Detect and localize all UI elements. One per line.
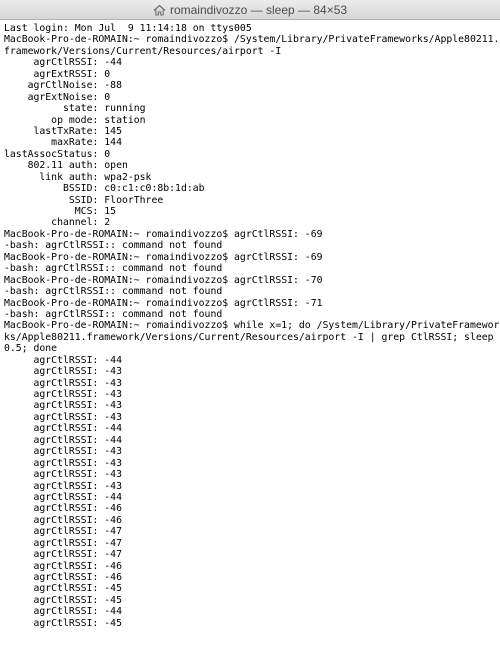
terminal-line: lastAssocStatus: 0: [4, 148, 111, 160]
terminal-line: SSID: FloorThree: [4, 194, 164, 206]
terminal-line: 0.5; done: [4, 343, 58, 355]
terminal-line: agrCtlRSSI: -45: [4, 594, 122, 606]
terminal-line: -bash: agrCtlRSSI:: command not found: [4, 286, 223, 298]
terminal-line: agrCtlRSSI: -44: [4, 606, 122, 618]
terminal-line: op mode: station: [4, 114, 146, 126]
terminal-line: MacBook-Pro-de-ROMAIN:~ romaindivozzo$ /…: [4, 34, 500, 46]
terminal-line: 802.11 auth: open: [4, 160, 128, 172]
terminal-line: agrCtlRSSI: -45: [4, 583, 122, 595]
terminal-line: MCS: 15: [4, 206, 117, 217]
terminal-line: agrCtlRSSI: -44: [4, 434, 122, 446]
terminal-line: agrCtlRSSI: -43: [4, 400, 122, 412]
terminal-line: -bash: agrCtlRSSI:: command not found: [4, 263, 223, 275]
terminal-window: romaindivozzo — sleep — 84×53 Last login…: [0, 0, 500, 645]
terminal-line: agrCtlRSSI: -43: [4, 377, 122, 389]
terminal-output[interactable]: Last login: Mon Jul 9 11:14:18 on ttys00…: [4, 23, 500, 629]
terminal-line: MacBook-Pro-de-ROMAIN:~ romaindivozzo$ a…: [4, 228, 323, 240]
terminal-line: lastTxRate: 145: [4, 125, 122, 137]
title-bar[interactable]: romaindivozzo — sleep — 84×53: [0, 0, 500, 20]
terminal-line: agrCtlRSSI: -45: [4, 617, 122, 629]
terminal-line: agrCtlRSSI: -44: [4, 57, 122, 69]
terminal-line: -bash: agrCtlRSSI:: command not found: [4, 240, 223, 252]
terminal-line: agrCtlRSSI: -44: [4, 423, 122, 435]
terminal-line: agrExtRSSI: 0: [4, 68, 111, 80]
terminal-line: agrCtlRSSI: -43: [4, 457, 122, 469]
terminal-line: agrCtlRSSI: -43: [4, 366, 122, 378]
terminal-line: agrCtlRSSI: -47: [4, 537, 122, 549]
terminal-line: ks/Apple80211.framework/Versions/Current…: [4, 331, 494, 343]
terminal-line: agrCtlRSSI: -43: [4, 480, 122, 492]
terminal-line: agrCtlRSSI: -43: [4, 389, 122, 400]
terminal-line: agrCtlRSSI: -47: [4, 549, 122, 561]
terminal-line: agrCtlRSSI: -44: [4, 354, 122, 366]
window-title-container: romaindivozzo — sleep — 84×53: [0, 0, 500, 19]
terminal-line: agrCtlRSSI: -46: [4, 560, 122, 572]
terminal-line: BSSID: c0:c1:c0:8b:1d:ab: [4, 183, 205, 195]
terminal-line: agrExtNoise: 0: [4, 91, 111, 103]
terminal-line: -bash: agrCtlRSSI:: command not found: [4, 308, 223, 320]
terminal-line: MacBook-Pro-de-ROMAIN:~ romaindivozzo$ a…: [4, 274, 323, 286]
terminal-line: MacBook-Pro-de-ROMAIN:~ romaindivozzo$ w…: [4, 320, 500, 332]
window-title: romaindivozzo — sleep — 84×53: [169, 2, 348, 17]
terminal-line: framework/Versions/Current/Resources/air…: [4, 45, 282, 57]
terminal-line: agrCtlRSSI: -43: [4, 446, 122, 458]
terminal-line: maxRate: 144: [4, 137, 122, 149]
terminal-line: agrCtlRSSI: -47: [4, 526, 122, 538]
terminal-line: MacBook-Pro-de-ROMAIN:~ romaindivozzo$ a…: [4, 297, 323, 309]
terminal-line: agrCtlNoise: -88: [4, 80, 122, 92]
terminal-line: agrCtlRSSI: -43: [4, 469, 122, 481]
terminal-line: MacBook-Pro-de-ROMAIN:~ romaindivozzo$ a…: [4, 251, 323, 263]
terminal-line: channel: 2: [4, 217, 111, 229]
terminal-line: agrCtlRSSI: -46: [4, 503, 122, 515]
terminal-line: agrCtlRSSI: -44: [4, 491, 122, 503]
terminal-line: agrCtlRSSI: -43: [4, 411, 122, 423]
terminal-line: agrCtlRSSI: -46: [4, 572, 122, 583]
home-folder-icon: [153, 4, 166, 16]
terminal-line: state: running: [4, 103, 146, 115]
terminal-line: link auth: wpa2-psk: [4, 171, 152, 183]
terminal-line: Last login: Mon Jul 9 11:14:18 on ttys00…: [4, 23, 252, 34]
terminal-line: agrCtlRSSI: -46: [4, 514, 122, 526]
